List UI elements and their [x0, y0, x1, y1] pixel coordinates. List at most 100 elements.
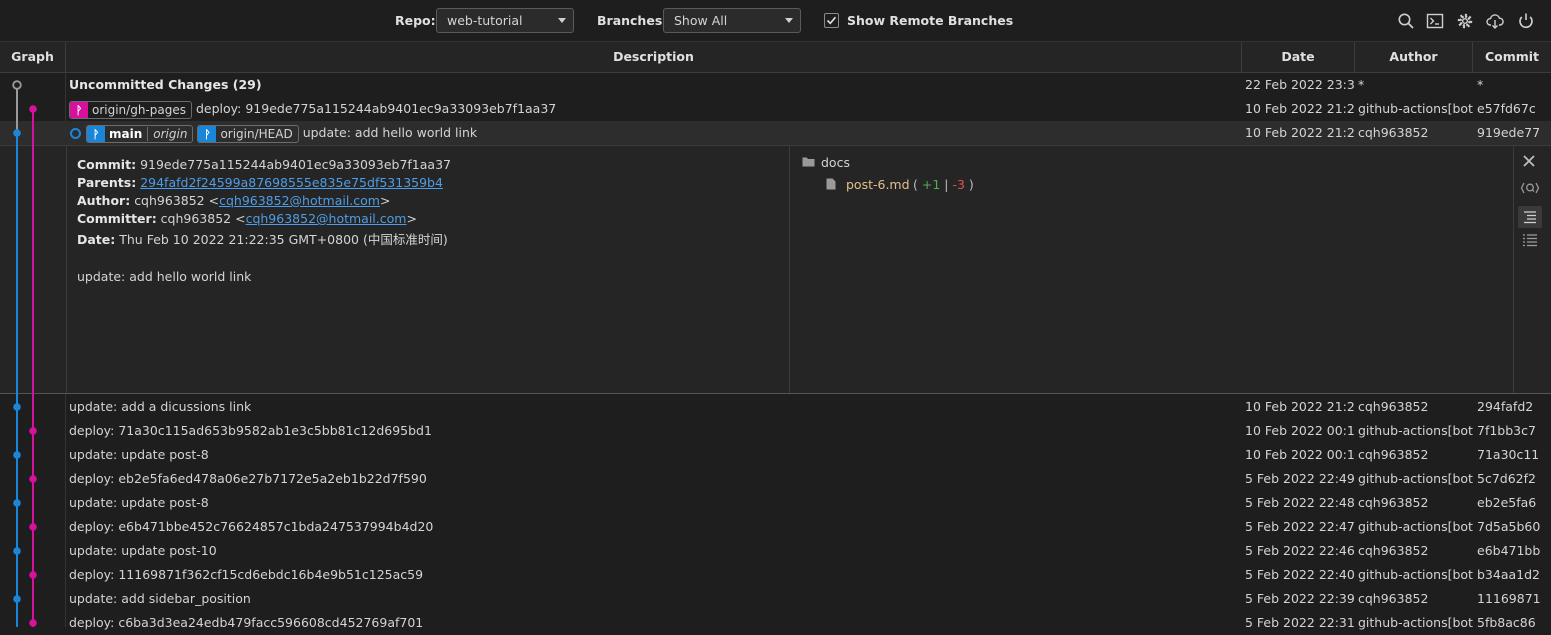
row-author: github-actions[bot] — [1358, 471, 1473, 486]
table-row[interactable]: Uncommitted Changes (29) 22 Feb 2022 23:… — [0, 73, 1551, 97]
repo-select[interactable]: web-tutorial — [436, 8, 574, 33]
changed-file-link[interactable]: post-6.md — [846, 177, 910, 192]
row-description: deploy: 11169871f362cf15cd6ebdc16b4e9b51… — [69, 567, 424, 582]
detail-date: Date: Thu Feb 10 2022 21:22:35 GMT+0800 … — [77, 229, 448, 248]
list-view-icon[interactable] — [1522, 232, 1538, 248]
column-description[interactable]: Description — [66, 42, 1242, 72]
row-date: 5 Feb 2022 22:39 — [1245, 591, 1355, 606]
column-date[interactable]: Date — [1242, 42, 1355, 72]
table-row[interactable]: deploy: c6ba3d3ea24edb479facc596608cd452… — [0, 611, 1551, 635]
committer-email-link[interactable]: cqh963852@hotmail.com — [246, 211, 407, 226]
detail-committer-name: cqh963852 — [160, 211, 232, 226]
repo-select-value: web-tutorial — [447, 13, 523, 28]
detail-author-name: cqh963852 — [134, 193, 205, 208]
commit-node[interactable] — [29, 571, 37, 579]
commit-node[interactable] — [13, 547, 21, 555]
folder-label[interactable]: docs — [821, 155, 850, 170]
table-row[interactable]: update: add a dicussions link 10 Feb 2022… — [0, 395, 1551, 419]
commit-node[interactable] — [29, 523, 37, 531]
branches-select[interactable]: Show All — [663, 8, 801, 33]
find-in-tree-icon[interactable] — [1520, 180, 1540, 196]
row-commit: 294fafd2 — [1477, 399, 1534, 414]
row-author: cqh963852 — [1358, 495, 1429, 510]
commit-node[interactable] — [29, 619, 37, 627]
terminal-icon[interactable] — [1426, 12, 1444, 30]
branch-icon: ᚹ — [70, 101, 88, 118]
lines-added: +1 — [921, 177, 941, 192]
commit-details-summary: Commit: 919ede775a115244ab9401ec9a33093e… — [66, 146, 790, 393]
row-commit: 919ede77 — [1477, 125, 1541, 140]
uncommitted-node[interactable] — [12, 80, 22, 90]
refresh-icon[interactable] — [1517, 12, 1535, 30]
branches-select-value: Show All — [674, 13, 728, 28]
commit-node[interactable] — [29, 475, 37, 483]
row-date: 5 Feb 2022 22:48 — [1245, 495, 1355, 510]
search-icon[interactable] — [1397, 12, 1415, 30]
toolbar: Repo: web-tutorial Branches: Show All Sh… — [0, 0, 1551, 42]
table-row[interactable]: deploy: 71a30c115ad653b9582ab1e3c5bb81c1… — [0, 419, 1551, 443]
branches-label: Branches: — [597, 13, 668, 28]
table-row[interactable]: deploy: eb2e5fa6ed478a06e27b7172e5a2eb1b… — [0, 467, 1551, 491]
branch-tag[interactable]: ᚹ origin/gh-pages — [69, 100, 192, 119]
branch-tag-label: origin/gh-pages — [92, 102, 186, 117]
show-remote-branches-checkbox[interactable] — [824, 13, 839, 28]
detail-commit-label: Commit: — [77, 157, 137, 172]
commit-node[interactable] — [13, 595, 21, 603]
row-author: github-actions[bot] — [1358, 101, 1473, 116]
row-description: update: add sidebar_position — [69, 591, 251, 606]
table-row[interactable]: update: update post-8 10 Feb 2022 00:11 cq… — [0, 443, 1551, 467]
branch-tag-label: origin/HEAD — [220, 126, 293, 141]
tree-view-toggle[interactable] — [1518, 206, 1542, 228]
commit-node[interactable] — [29, 427, 37, 435]
row-author: cqh963852 — [1358, 125, 1429, 140]
row-commit: 5fb8ac86 — [1477, 615, 1536, 630]
column-commit[interactable]: Commit — [1473, 42, 1551, 72]
gear-icon[interactable] — [1456, 12, 1474, 30]
chevron-down-icon — [785, 18, 793, 23]
commit-node[interactable] — [13, 403, 21, 411]
table-row-selected[interactable]: ᚹ main origin ᚹ origin/HEAD update: add hello… — [0, 121, 1551, 145]
row-commit: 7d5a5b60 — [1477, 519, 1541, 534]
branch-icon: ᚹ — [198, 125, 217, 142]
row-description: update: update post-8 — [69, 495, 209, 510]
commit-node[interactable] — [13, 129, 21, 137]
row-commit: e57fd67c — [1477, 101, 1536, 116]
commit-node[interactable] — [13, 451, 21, 459]
row-commit: e6b471bb — [1477, 543, 1541, 558]
commit-node[interactable] — [13, 499, 21, 507]
show-remote-branches-label: Show Remote Branches — [847, 13, 1014, 28]
tree-view-icon — [1524, 211, 1536, 224]
row-author: cqh963852 — [1358, 543, 1429, 558]
lines-removed: -3 — [952, 177, 965, 192]
close-icon[interactable] — [1522, 154, 1536, 168]
row-description: Uncommitted Changes (29) — [69, 77, 262, 92]
row-author: cqh963852 — [1358, 447, 1429, 462]
row-description-cell: ᚹ main origin ᚹ origin/HEAD update: add hello… — [69, 121, 477, 145]
author-email-link[interactable]: cqh963852@hotmail.com — [219, 193, 380, 208]
commit-node[interactable] — [29, 105, 37, 113]
row-description: update: update post-8 — [69, 447, 209, 462]
row-date: 5 Feb 2022 22:40 — [1245, 567, 1355, 582]
branch-tag[interactable]: ᚹ main origin — [86, 124, 194, 143]
row-description-cell: ᚹ origin/gh-pages deploy: 919ede775a115244… — [69, 97, 556, 121]
branch-tag[interactable]: ᚹ origin/HEAD — [197, 124, 299, 143]
detail-author: Author: cqh963852 <cqh963852@hotmail.com… — [77, 193, 391, 208]
column-graph[interactable]: Graph — [0, 42, 66, 72]
row-date: 5 Feb 2022 22:47 — [1245, 519, 1355, 534]
cloud-download-icon[interactable] — [1486, 12, 1504, 30]
check-icon — [826, 16, 837, 25]
table-row[interactable]: update: update post-10 5 Feb 2022 22:46 cq… — [0, 539, 1551, 563]
table-row[interactable]: update: add sidebar_position 5 Feb 2022 2… — [0, 587, 1551, 611]
commit-details-panel: Commit: 919ede775a115244ab9401ec9a33093e… — [0, 145, 1551, 394]
column-author[interactable]: Author — [1355, 42, 1473, 72]
table-row[interactable]: deploy: 11169871f362cf15cd6ebdc16b4e9b51… — [0, 563, 1551, 587]
parent-commit-link[interactable]: 294fafd2f24599a87698555e835e75df531359b4 — [140, 175, 443, 190]
row-author: * — [1358, 77, 1365, 92]
row-author: github-actions[bot] — [1358, 615, 1473, 630]
row-author: cqh963852 — [1358, 591, 1429, 606]
detail-parents-label: Parents: — [77, 175, 137, 190]
table-row[interactable]: ᚹ origin/gh-pages deploy: 919ede775a115244… — [0, 97, 1551, 121]
table-row[interactable]: update: update post-8 5 Feb 2022 22:48 cqh… — [0, 491, 1551, 515]
detail-committer: Committer: cqh963852 <cqh963852@hotmail.… — [77, 211, 417, 226]
table-row[interactable]: deploy: e6b471bbe452c76624857c1bda247537… — [0, 515, 1551, 539]
